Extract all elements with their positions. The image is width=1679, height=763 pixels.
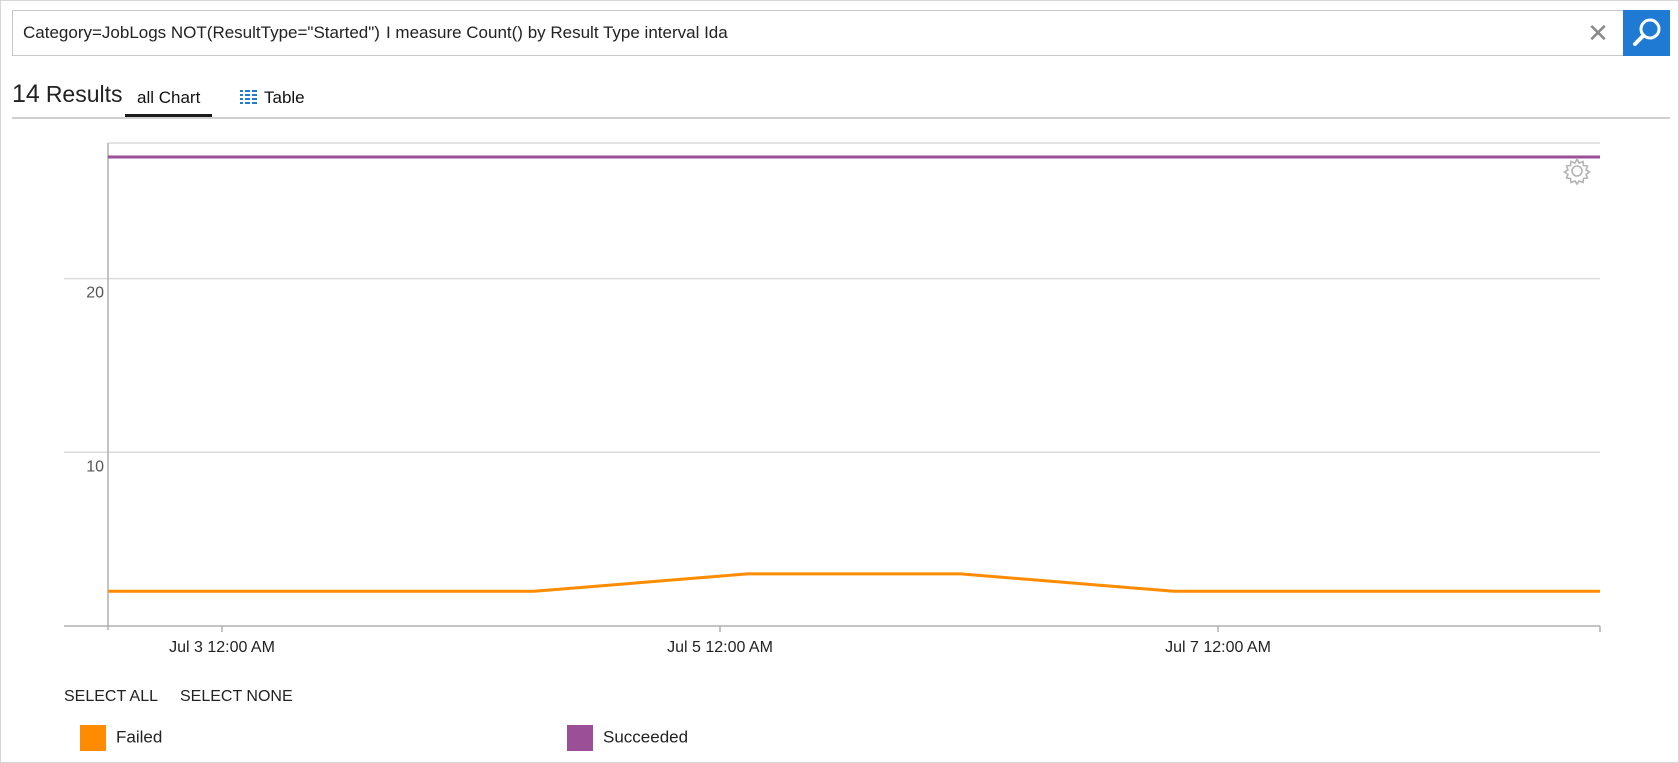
y-tick-label: 10 <box>86 458 104 475</box>
tab-divider <box>12 117 1670 119</box>
legend-swatch-failed <box>80 725 106 751</box>
legend-item-failed[interactable]: Failed <box>80 725 162 751</box>
line-chart: 10 20 Jul 3 12:00 AM Jul 5 12:00 AM Jul 7 12… <box>64 142 1601 656</box>
tab-table[interactable]: Table <box>240 88 305 108</box>
legend-swatch-succeeded <box>567 725 593 751</box>
results-count-label: Results <box>45 81 123 107</box>
query-filter-text: Category=JobLogs NOT(ResultType="Started… <box>23 23 380 42</box>
query-measure-text: I measure Count() by Result Type interva… <box>385 23 728 42</box>
tab-table-label: Table <box>264 88 305 107</box>
close-icon: ✕ <box>1587 18 1609 48</box>
legend-label-succeeded: Succeeded <box>603 727 689 747</box>
table-icon <box>240 90 257 104</box>
results-count-number: 14 <box>12 80 40 108</box>
search-query-input[interactable]: Category=JobLogs NOT(ResultType="Started… <box>23 11 728 55</box>
legend-actions: SELECT ALL SELECT NONE <box>64 688 293 706</box>
clear-button[interactable]: ✕ <box>1583 11 1613 55</box>
legend-item-succeeded[interactable]: Succeeded <box>567 725 688 751</box>
x-tick-label: Jul 3 12:00 AM <box>169 639 275 656</box>
search-button[interactable] <box>1623 10 1670 56</box>
gear-icon[interactable] <box>1562 156 1592 186</box>
select-none-link[interactable]: SELECT NONE <box>180 688 293 705</box>
tab-chart[interactable]: all Chart <box>125 88 213 117</box>
tab-chart-label: all Chart <box>137 88 201 107</box>
results-count: 14 Results <box>12 80 123 109</box>
x-tick-label: Jul 5 12:00 AM <box>667 639 773 656</box>
select-all-link[interactable]: SELECT ALL <box>64 688 158 705</box>
legend-label-failed: Failed <box>116 727 163 747</box>
x-tick-label: Jul 7 12:00 AM <box>1165 639 1271 656</box>
y-tick-label: 20 <box>86 285 104 302</box>
search-bar[interactable]: Category=JobLogs NOT(ResultType="Started… <box>12 10 1670 56</box>
series-line-failed <box>108 572 1600 593</box>
search-icon <box>1633 18 1661 46</box>
